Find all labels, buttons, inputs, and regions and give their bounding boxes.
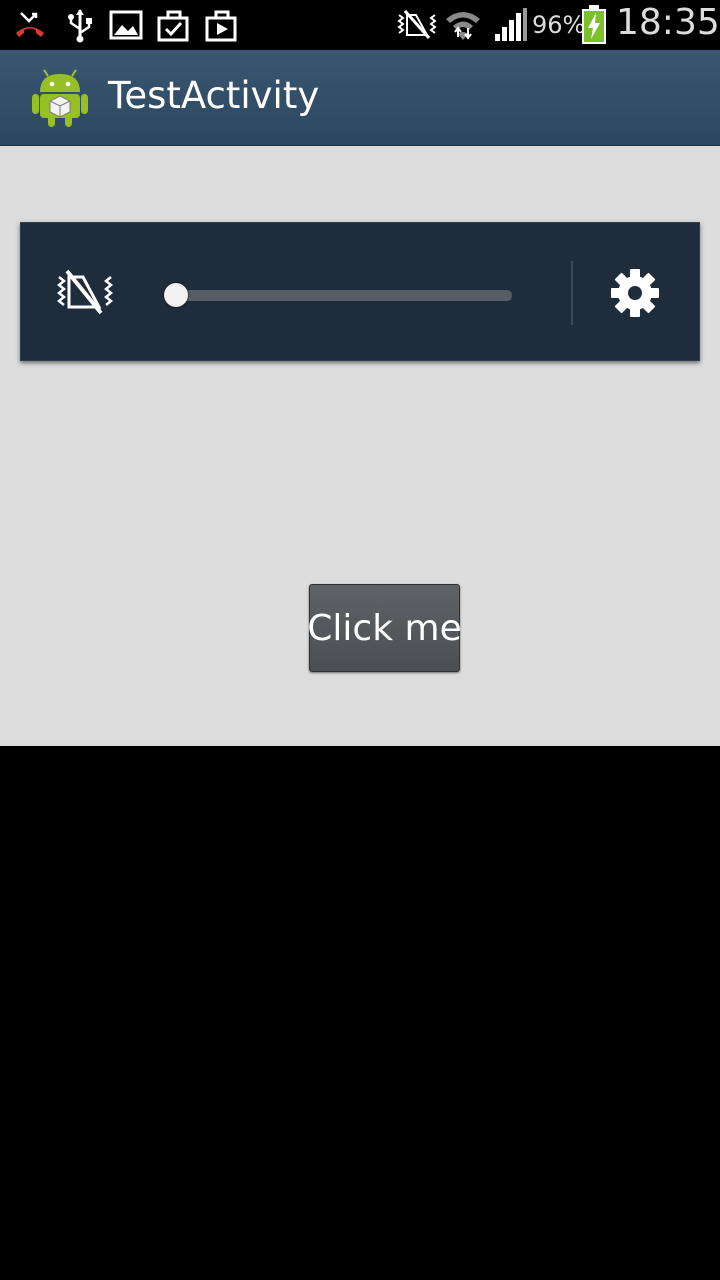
gear-icon[interactable] — [609, 267, 661, 319]
vibrate-mode-icon[interactable] — [53, 267, 117, 317]
page-title: TestActivity — [108, 74, 320, 117]
vibrate-icon — [397, 10, 437, 39]
volume-slider-thumb[interactable] — [164, 283, 188, 307]
signal-icon — [495, 8, 527, 41]
empty-area — [0, 746, 720, 1280]
main-content: Click me — [0, 146, 720, 746]
battery-charging-icon — [582, 5, 606, 44]
battery-percent: 96% — [532, 11, 586, 39]
briefcase-play-icon — [205, 10, 237, 42]
briefcase-check-icon — [157, 10, 189, 42]
status-bar: 96% 18:35 — [0, 0, 720, 50]
image-icon — [109, 10, 143, 40]
missed-call-icon — [16, 12, 44, 37]
usb-icon — [68, 9, 92, 43]
divider — [571, 261, 573, 325]
click-me-button[interactable]: Click me — [307, 584, 462, 672]
clock: 18:35 — [616, 2, 720, 43]
action-bar: TestActivity — [0, 50, 720, 146]
wifi-icon — [446, 12, 480, 40]
android-app-icon[interactable] — [30, 66, 90, 128]
volume-panel — [20, 222, 700, 361]
volume-slider-track[interactable] — [166, 290, 512, 301]
